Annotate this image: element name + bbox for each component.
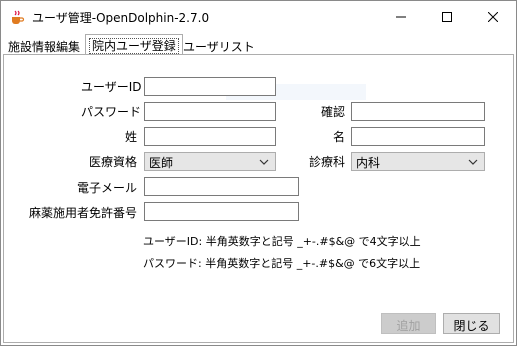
chevron-down-icon: [468, 156, 478, 170]
user-id-hint: ユーザーID: 半角英数字と記号 _+-.#$&@ で4文字以上: [143, 235, 421, 248]
narcotic-license-label: 麻薬施用者免許番号: [28, 206, 137, 220]
tab-facility-info[interactable]: 施設情報編集: [5, 36, 83, 55]
confirm-label: 確認: [320, 105, 345, 119]
first-name-field[interactable]: [351, 127, 485, 146]
tab-user-list[interactable]: ユーザリスト: [180, 36, 258, 55]
department-selected-value: 内科: [356, 156, 381, 170]
first-name-label: 名: [332, 130, 345, 144]
user-id-label: ユーザーID: [81, 80, 142, 94]
minimize-button[interactable]: [378, 1, 424, 32]
maximize-button[interactable]: [424, 1, 470, 32]
tab-bar: 施設情報編集 院内ユーザ登録 ユーザリスト: [1, 32, 516, 55]
chevron-down-icon: [259, 156, 269, 170]
license-select[interactable]: 医師: [144, 152, 276, 171]
confirm-password-field[interactable]: [351, 102, 485, 121]
last-name-label: 姓: [124, 130, 137, 144]
java-cup-icon: [9, 9, 25, 25]
close-window-button[interactable]: [470, 1, 516, 32]
close-icon: [488, 11, 498, 22]
password-label: パスワード: [81, 105, 142, 119]
department-select[interactable]: 内科: [351, 152, 485, 171]
email-label: 電子メール: [76, 181, 137, 195]
password-hint: パスワード: 半角英数字と記号 _+-.#$&@ で6文字以上: [143, 257, 421, 270]
close-button[interactable]: 閉じる: [443, 313, 500, 334]
tab-user-registration-label: 院内ユーザ登録: [89, 38, 179, 54]
password-field[interactable]: [144, 102, 276, 121]
user-management-window: ユーザ管理-OpenDolphin-2.7.0 施設情報編集 院内ユーザ登録 ユ…: [0, 0, 517, 346]
add-button[interactable]: 追加: [381, 313, 436, 334]
user-id-field[interactable]: [144, 77, 276, 96]
title-bar[interactable]: ユーザ管理-OpenDolphin-2.7.0: [1, 1, 516, 32]
window-title: ユーザ管理-OpenDolphin-2.7.0: [32, 11, 210, 25]
minimize-icon: [396, 16, 406, 17]
email-field[interactable]: [144, 177, 299, 196]
license-selected-value: 医師: [149, 156, 174, 170]
tab-user-registration[interactable]: 院内ユーザ登録: [85, 34, 183, 55]
license-label: 医療資格: [88, 155, 137, 169]
narcotic-license-field[interactable]: [144, 202, 299, 221]
maximize-icon: [442, 11, 452, 22]
last-name-field[interactable]: [144, 127, 276, 146]
department-label: 診療科: [308, 155, 345, 169]
